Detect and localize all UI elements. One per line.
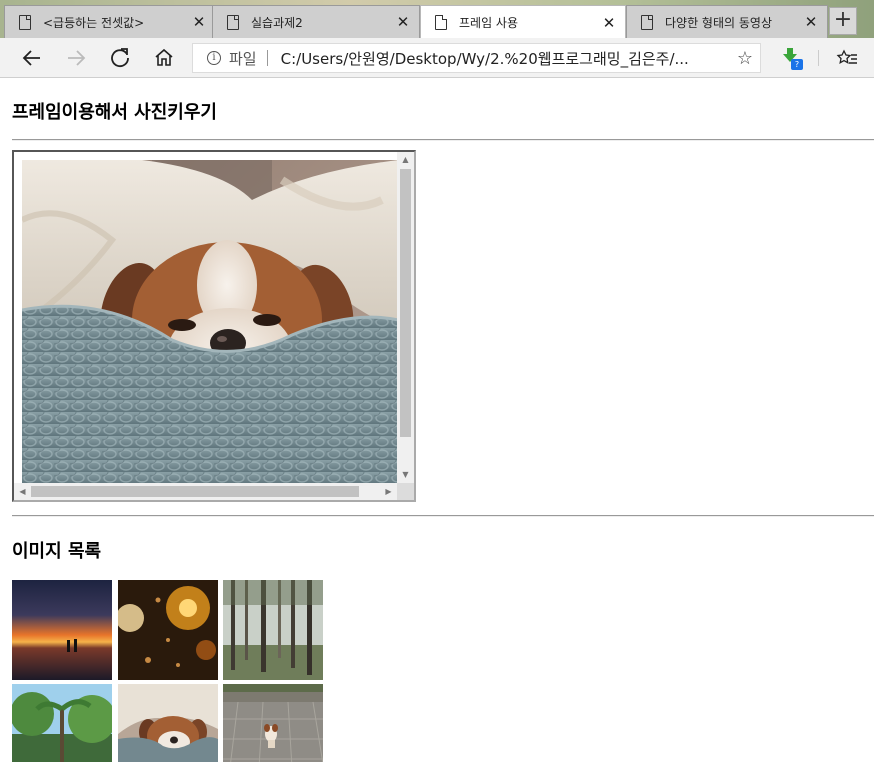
document-icon [227, 14, 239, 30]
info-icon[interactable]: i [207, 51, 221, 65]
close-tab-icon[interactable]: ✕ [191, 13, 207, 31]
document-icon [641, 14, 653, 30]
tab-2[interactable]: 실습과제2 ✕ [212, 5, 420, 38]
tab-1[interactable]: <급등하는 전셋값> ✕ [4, 5, 216, 38]
horizontal-scroll-thumb[interactable] [31, 486, 359, 497]
vertical-scrollbar[interactable]: ▲ ▼ [397, 152, 414, 483]
new-tab-button[interactable]: + [829, 7, 857, 35]
tab-title: 프레임 사용 [459, 16, 519, 30]
address-url[interactable]: C:/Users/안원영/Desktop/Wy/2.%20웹프로그래밍_김은주/… [281, 48, 730, 69]
thumbnail-sunset-beach[interactable] [12, 580, 112, 680]
vertical-scroll-thumb[interactable] [400, 169, 411, 437]
tab-title: 다양한 형태의 동영상 [665, 15, 772, 30]
thumbnail-puppy-blanket[interactable] [118, 684, 218, 762]
document-icon [435, 15, 447, 30]
refresh-icon[interactable] [106, 44, 134, 72]
home-icon[interactable] [150, 44, 178, 72]
favorites-list-icon[interactable] [834, 44, 862, 72]
tab-3-active[interactable]: 프레임 사용 ✕ [420, 5, 626, 38]
close-tab-icon[interactable]: ✕ [601, 14, 617, 32]
thumbnail-palm-trees[interactable] [12, 684, 112, 762]
address-scheme-label: 파일 [229, 49, 257, 68]
page-content: 프레임이용해서 사진키우기 ▲ ▼ ◀ ▶ 이미지 목록 [0, 79, 874, 762]
extension-download-button[interactable]: ? [780, 47, 803, 70]
tab-title: <급등하는 전셋값> [43, 15, 145, 30]
forward-arrow-icon[interactable] [62, 44, 90, 72]
scroll-up-arrow-icon[interactable]: ▲ [397, 152, 414, 168]
horizontal-scrollbar[interactable]: ◀ ▶ [14, 483, 397, 500]
scroll-down-arrow-icon[interactable]: ▼ [397, 467, 414, 483]
extension-badge: ? [791, 59, 803, 70]
address-divider [266, 50, 268, 66]
close-tab-icon[interactable]: ✕ [803, 13, 819, 31]
tab-4[interactable]: 다양한 형태의 동영상 ✕ [626, 5, 828, 38]
thumbnail-misty-forest[interactable] [223, 580, 323, 680]
scrollbar-corner [397, 483, 414, 500]
back-arrow-icon[interactable] [18, 44, 46, 72]
frame-heading: 프레임이용해서 사진키우기 [12, 102, 217, 123]
address-bar[interactable]: i 파일 C:/Users/안원영/Desktop/Wy/2.%20웹프로그래밍… [192, 43, 761, 73]
enlarged-photo-puppy [22, 160, 399, 484]
scroll-left-arrow-icon[interactable]: ◀ [14, 483, 31, 500]
close-tab-icon[interactable]: ✕ [395, 13, 411, 31]
toolbar-divider [818, 50, 819, 66]
divider [12, 515, 874, 517]
document-icon [19, 14, 31, 30]
scroll-right-arrow-icon[interactable]: ▶ [380, 483, 397, 500]
thumbnail-rainy-window[interactable] [118, 580, 218, 680]
thumbnail-puppy-path[interactable] [223, 684, 323, 762]
tab-title: 실습과제2 [251, 15, 303, 30]
favorite-star-icon[interactable]: ☆ [730, 48, 760, 69]
image-list-heading: 이미지 목록 [12, 541, 102, 562]
image-iframe[interactable]: ▲ ▼ ◀ ▶ [12, 150, 416, 502]
navigation-bar: i 파일 C:/Users/안원영/Desktop/Wy/2.%20웹프로그래밍… [0, 38, 874, 78]
divider [12, 139, 874, 141]
tab-strip: <급등하는 전셋값> ✕ 실습과제2 ✕ 다양한 형태의 동영상 ✕ 프레임 사… [0, 0, 874, 38]
